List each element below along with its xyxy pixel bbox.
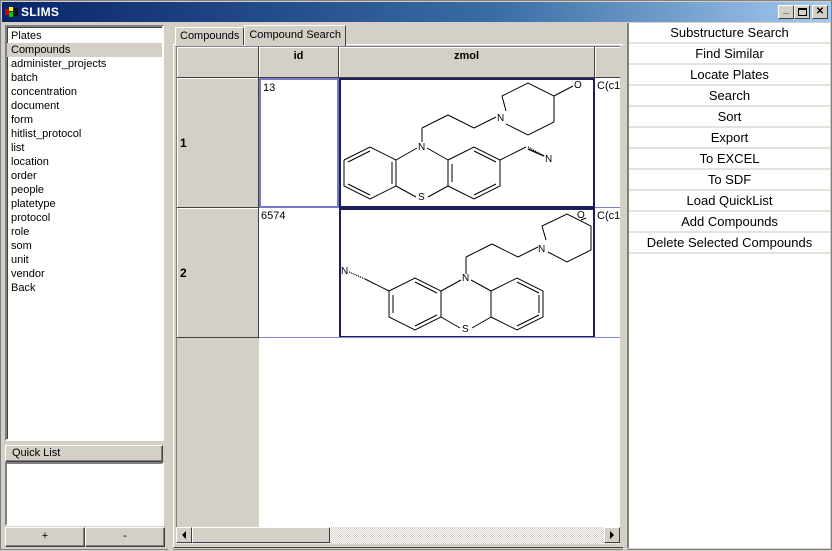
add-compounds-button[interactable]: Add Compounds bbox=[629, 212, 830, 233]
cell-zmol-2[interactable]: N N S N O bbox=[339, 208, 595, 338]
quick-list-remove-button[interactable]: - bbox=[85, 527, 165, 547]
row-number: 1 bbox=[180, 135, 187, 150]
grid-line bbox=[259, 337, 620, 338]
tab-strip: Compounds Compound Search bbox=[175, 25, 347, 46]
row-number: 2 bbox=[180, 265, 187, 280]
quick-list-add-button[interactable]: + bbox=[5, 527, 85, 547]
atom-label-s: S bbox=[462, 324, 469, 335]
sort-button[interactable]: Sort bbox=[629, 107, 830, 128]
nav-item-platetype[interactable]: platetype bbox=[7, 197, 162, 211]
atom-label-o: O bbox=[574, 80, 582, 91]
quick-list-header: Quick List bbox=[5, 445, 163, 462]
nav-item-som[interactable]: som bbox=[7, 239, 162, 253]
nav-item-administer-projects[interactable]: administer_projects bbox=[7, 57, 162, 71]
corner-header bbox=[177, 47, 259, 78]
title-bar[interactable]: SLIMS _ ✕ bbox=[2, 2, 831, 22]
atom-label-n: N bbox=[538, 244, 545, 255]
window-title: SLIMS bbox=[21, 5, 60, 19]
tab-compounds[interactable]: Compounds bbox=[175, 27, 245, 45]
atom-label-n: N bbox=[545, 154, 552, 165]
atom-label-n: N bbox=[418, 142, 425, 153]
cell-id-selected[interactable]: 13 bbox=[259, 78, 339, 208]
delete-selected-compounds-button[interactable]: Delete Selected Compounds bbox=[629, 233, 830, 254]
nav-item-form[interactable]: form bbox=[7, 113, 162, 127]
nav-item-concentration[interactable]: concentration bbox=[7, 85, 162, 99]
nav-item-plates[interactable]: Plates bbox=[7, 29, 162, 43]
atom-label-n: N bbox=[462, 273, 469, 284]
nav-item-unit[interactable]: unit bbox=[7, 253, 162, 267]
horizontal-scrollbar[interactable] bbox=[176, 527, 620, 544]
column-header-smiles[interactable] bbox=[595, 47, 620, 78]
scroll-thumb[interactable] bbox=[192, 527, 330, 543]
scroll-right-button[interactable] bbox=[604, 527, 620, 543]
nav-item-compounds[interactable]: Compounds bbox=[7, 43, 162, 57]
compound-grid: id zmol 1 13 N S N N O C(c1 2 6574 N N S… bbox=[176, 46, 620, 528]
arrow-right-icon bbox=[610, 531, 614, 539]
actions-panel: Substructure Search Find Similar Locate … bbox=[627, 23, 830, 548]
nav-item-back[interactable]: Back bbox=[7, 281, 162, 295]
close-icon: ✕ bbox=[815, 6, 825, 17]
cell-smiles-2[interactable]: C(c1 bbox=[595, 208, 620, 338]
quick-list[interactable] bbox=[5, 462, 164, 526]
to-sdf-button[interactable]: To SDF bbox=[629, 170, 830, 191]
nav-item-people[interactable]: people bbox=[7, 183, 162, 197]
minimize-button[interactable]: _ bbox=[778, 5, 794, 19]
nav-item-batch[interactable]: batch bbox=[7, 71, 162, 85]
row-header-2[interactable]: 2 bbox=[177, 208, 259, 338]
smiles-value: C(c1 bbox=[597, 80, 620, 92]
cell-zmol-1[interactable]: N S N N O bbox=[339, 78, 595, 208]
column-header-zmol[interactable]: zmol bbox=[339, 47, 595, 78]
nav-item-order[interactable]: order bbox=[7, 169, 162, 183]
atom-label-s: S bbox=[418, 192, 425, 203]
app-icon bbox=[5, 6, 19, 18]
locate-plates-button[interactable]: Locate Plates bbox=[629, 65, 830, 86]
nav-item-document[interactable]: document bbox=[7, 99, 162, 113]
atom-label-n: N bbox=[497, 113, 504, 124]
search-button[interactable]: Search bbox=[629, 86, 830, 107]
close-button[interactable]: ✕ bbox=[812, 5, 828, 19]
cell-smiles-1[interactable]: C(c1 bbox=[595, 78, 620, 208]
smiles-value: C(c1 bbox=[597, 210, 620, 222]
atom-label-o: O bbox=[577, 210, 585, 221]
export-button[interactable]: Export bbox=[629, 128, 830, 149]
arrow-left-icon bbox=[182, 531, 186, 539]
maximize-icon bbox=[797, 8, 807, 16]
nav-item-vendor[interactable]: vendor bbox=[7, 267, 162, 281]
atom-label-n: N bbox=[341, 266, 348, 277]
minimize-icon: _ bbox=[783, 4, 789, 15]
nav-item-protocol[interactable]: protocol bbox=[7, 211, 162, 225]
load-quicklist-button[interactable]: Load QuickList bbox=[629, 191, 830, 212]
nav-item-location[interactable]: location bbox=[7, 155, 162, 169]
molecule-structure: N N S N O bbox=[341, 210, 592, 335]
id-value: 13 bbox=[263, 82, 276, 94]
tab-compound-search[interactable]: Compound Search bbox=[244, 25, 347, 46]
nav-item-hitlist-protocol[interactable]: hitlist_protocol bbox=[7, 127, 162, 141]
to-excel-button[interactable]: To EXCEL bbox=[629, 149, 830, 170]
substructure-search-button[interactable]: Substructure Search bbox=[629, 23, 830, 44]
slims-window: SLIMS _ ✕ Plates Compounds administer_proj… bbox=[0, 0, 832, 551]
scroll-left-button[interactable] bbox=[176, 527, 192, 543]
column-header-id[interactable]: id bbox=[259, 47, 339, 78]
maximize-button[interactable] bbox=[794, 5, 810, 19]
molecule-structure: N S N N O bbox=[343, 80, 582, 203]
id-value: 6574 bbox=[261, 210, 286, 222]
table-list[interactable]: Plates Compounds administer_projects batch c… bbox=[5, 25, 164, 441]
find-similar-button[interactable]: Find Similar bbox=[629, 44, 830, 65]
nav-item-list[interactable]: list bbox=[7, 141, 162, 155]
row-header-1[interactable]: 1 bbox=[177, 78, 259, 208]
nav-item-role[interactable]: role bbox=[7, 225, 162, 239]
cell-id-2[interactable]: 6574 bbox=[259, 208, 339, 338]
